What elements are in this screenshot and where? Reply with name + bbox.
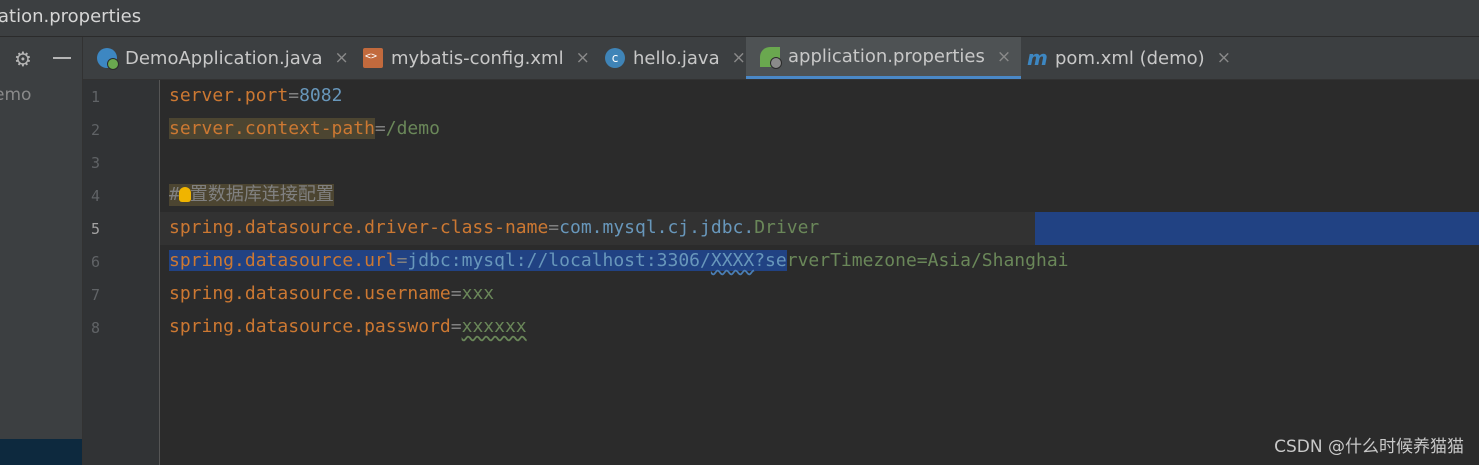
close-icon[interactable]: × — [576, 48, 590, 68]
equals-sign: = — [374, 118, 386, 139]
line-number-gutter: 1 2 3 4 5 6 7 8 — [83, 80, 160, 465]
editor-tab-bar: DemoApplication.java × mybatis-config.xm… — [83, 37, 1479, 80]
equals-sign: = — [450, 283, 462, 304]
property-value: jdbc:mysql://localhost:3306/ — [407, 250, 711, 271]
property-value-class: Driver — [754, 217, 820, 238]
property-value-placeholder: XXXX — [710, 250, 755, 271]
tab-hello-java[interactable]: c hello.java × — [605, 37, 746, 79]
window-title: ation.properties — [0, 6, 142, 27]
watermark: CSDN @什么时候养猫猫 — [1274, 437, 1464, 457]
code-text: server.context-path=/demo — [169, 118, 440, 140]
code-text: spring.datasource.password=xxxxxx — [169, 316, 527, 338]
code-line[interactable]: # 置数据库连接配置 — [160, 179, 1479, 212]
code-text: spring.datasource.username=xxx — [169, 283, 494, 305]
line-number: 1 — [91, 88, 101, 106]
close-icon[interactable]: × — [997, 47, 1011, 67]
equals-sign: = — [450, 316, 462, 337]
line-number: 7 — [91, 286, 101, 304]
line-number: 3 — [91, 154, 101, 172]
code-line[interactable]: spring.datasource.url=jdbc:mysql://local… — [160, 245, 1479, 278]
equals-sign: = — [548, 217, 560, 238]
property-value: com.mysql.cj.jdbc. — [559, 217, 755, 238]
property-value: xxxxxx — [461, 316, 527, 337]
selected-tree-row[interactable] — [0, 439, 82, 465]
code-text: spring.datasource.url=jdbc:mysql://local… — [169, 250, 1069, 272]
property-value: xxx — [461, 283, 495, 304]
line-number: 6 — [91, 253, 101, 271]
close-icon[interactable]: × — [1217, 48, 1231, 68]
property-value: 8082 — [299, 85, 343, 106]
tab-pom-xml[interactable]: m pom.xml (demo) × — [1027, 37, 1231, 79]
property-value-rest: rverTimezone=Asia/Shanghai — [786, 250, 1069, 271]
selection-highlight — [1035, 212, 1479, 245]
gear-icon[interactable]: ⚙ — [14, 49, 32, 69]
spring-boot-java-icon — [97, 48, 119, 70]
code-text: server.port=8082 — [169, 85, 342, 107]
code-line[interactable]: spring.datasource.username=xxx — [160, 278, 1479, 311]
code-line[interactable]: spring.datasource.password=xxxxxx — [160, 311, 1479, 344]
property-value: /demo — [385, 118, 440, 139]
code-line[interactable] — [160, 146, 1479, 179]
line-number: 8 — [91, 319, 101, 337]
property-key: server.context-path — [169, 118, 375, 139]
spring-properties-icon — [760, 46, 782, 69]
code-line[interactable]: server.port=8082 — [160, 80, 1479, 113]
code-text: # 置数据库连接配置 — [169, 184, 334, 206]
tab-label: mybatis-config.xml — [391, 47, 564, 69]
java-class-icon: c — [605, 48, 625, 68]
property-key: spring.datasource.username — [169, 283, 451, 304]
tab-demo-application[interactable]: DemoApplication.java × — [97, 37, 349, 79]
equals-sign: = — [396, 250, 408, 271]
property-key: spring.datasource.url — [169, 250, 397, 271]
code-line-current[interactable]: spring.datasource.driver-class-name=com.… — [160, 212, 1479, 245]
project-sidebar: ⚙ emo — [0, 37, 83, 465]
minus-icon[interactable] — [53, 57, 71, 59]
title-bar: ation.properties — [0, 0, 1479, 37]
line-number: 4 — [91, 187, 101, 205]
tab-label: DemoApplication.java — [125, 47, 323, 69]
property-value-query: ?se — [754, 250, 787, 271]
tab-label: application.properties — [788, 46, 985, 67]
line-number: 2 — [91, 121, 101, 139]
code-line[interactable]: server.context-path=/demo — [160, 113, 1479, 146]
property-key: spring.datasource.driver-class-name — [169, 217, 549, 238]
project-tree-item[interactable]: emo — [0, 85, 31, 105]
property-key: server.port — [169, 85, 289, 106]
code-text: spring.datasource.driver-class-name=com.… — [169, 217, 819, 239]
equals-sign: = — [288, 85, 300, 106]
property-key: spring.datasource.password — [169, 316, 451, 337]
tab-mybatis-config[interactable]: mybatis-config.xml × — [363, 37, 590, 79]
close-icon[interactable]: × — [732, 48, 746, 68]
xml-file-icon — [363, 48, 383, 68]
tab-application-properties[interactable]: application.properties × — [746, 37, 1022, 79]
comment-text: 置数据库连接配置 — [189, 184, 334, 205]
code-editor[interactable]: server.port=8082 server.context-path=/de… — [160, 80, 1479, 465]
line-number-current: 5 — [91, 220, 101, 238]
tab-label: pom.xml (demo) — [1055, 47, 1205, 69]
close-icon[interactable]: × — [335, 48, 349, 68]
maven-icon: m — [1027, 46, 1048, 70]
tab-label: hello.java — [633, 47, 720, 69]
